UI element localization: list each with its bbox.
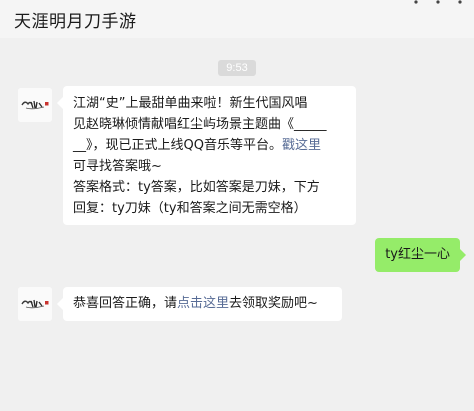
sent-message-text: ty红尘一心 — [385, 247, 450, 262]
title-bar: 天涯明月刀手游 — [0, 0, 474, 38]
timestamp: 9:53 — [218, 60, 256, 76]
message-text: 去领取奖励吧~ — [229, 296, 318, 311]
message-bubble-question: 江湖“史”上最甜单曲来啦！新生代国风唱 见赵晓琳倾情献唱红尘屿场景主题曲《___… — [57, 86, 356, 225]
message-line-with-link: 恭喜回答正确，请点击这里去领取奖励吧~ — [73, 293, 333, 314]
game-logo-avatar-icon[interactable] — [18, 287, 52, 321]
chat-title: 天涯明月刀手游 — [14, 12, 137, 32]
tap-here-link[interactable]: 戳这里 — [282, 138, 321, 153]
more-dots-icon[interactable] — [410, 0, 466, 14]
message-line: 可寻找答案哦~ — [73, 159, 162, 174]
game-logo-avatar-icon[interactable] — [18, 88, 52, 122]
message-text: 恭喜回答正确，请 — [73, 296, 178, 311]
timestamp-row: 9:53 — [0, 56, 474, 76]
message-line: 回复：ty刀妹（ty和答案之间无需空格） — [73, 201, 307, 216]
message-line: 江湖“史”上最甜单曲来啦！新生代国风唱 — [73, 96, 308, 111]
message-line-with-link: __》，现已正式上线QQ音乐等平台。戳这里 — [73, 135, 347, 156]
message-text: __》，现已正式上线QQ音乐等平台。 — [73, 138, 282, 153]
claim-reward-link[interactable]: 点击这里 — [177, 296, 229, 311]
message-line: 见赵晓琳倾情献唱红尘屿场景主题曲《_____ — [73, 117, 327, 132]
message-line: 答案格式：ty答案，比如答案是刀妹，下方 — [73, 180, 320, 195]
message-bubble-sent: ty红尘一心 — [375, 238, 466, 272]
message-bubble-reply: 恭喜回答正确，请点击这里去领取奖励吧~ — [57, 287, 342, 321]
